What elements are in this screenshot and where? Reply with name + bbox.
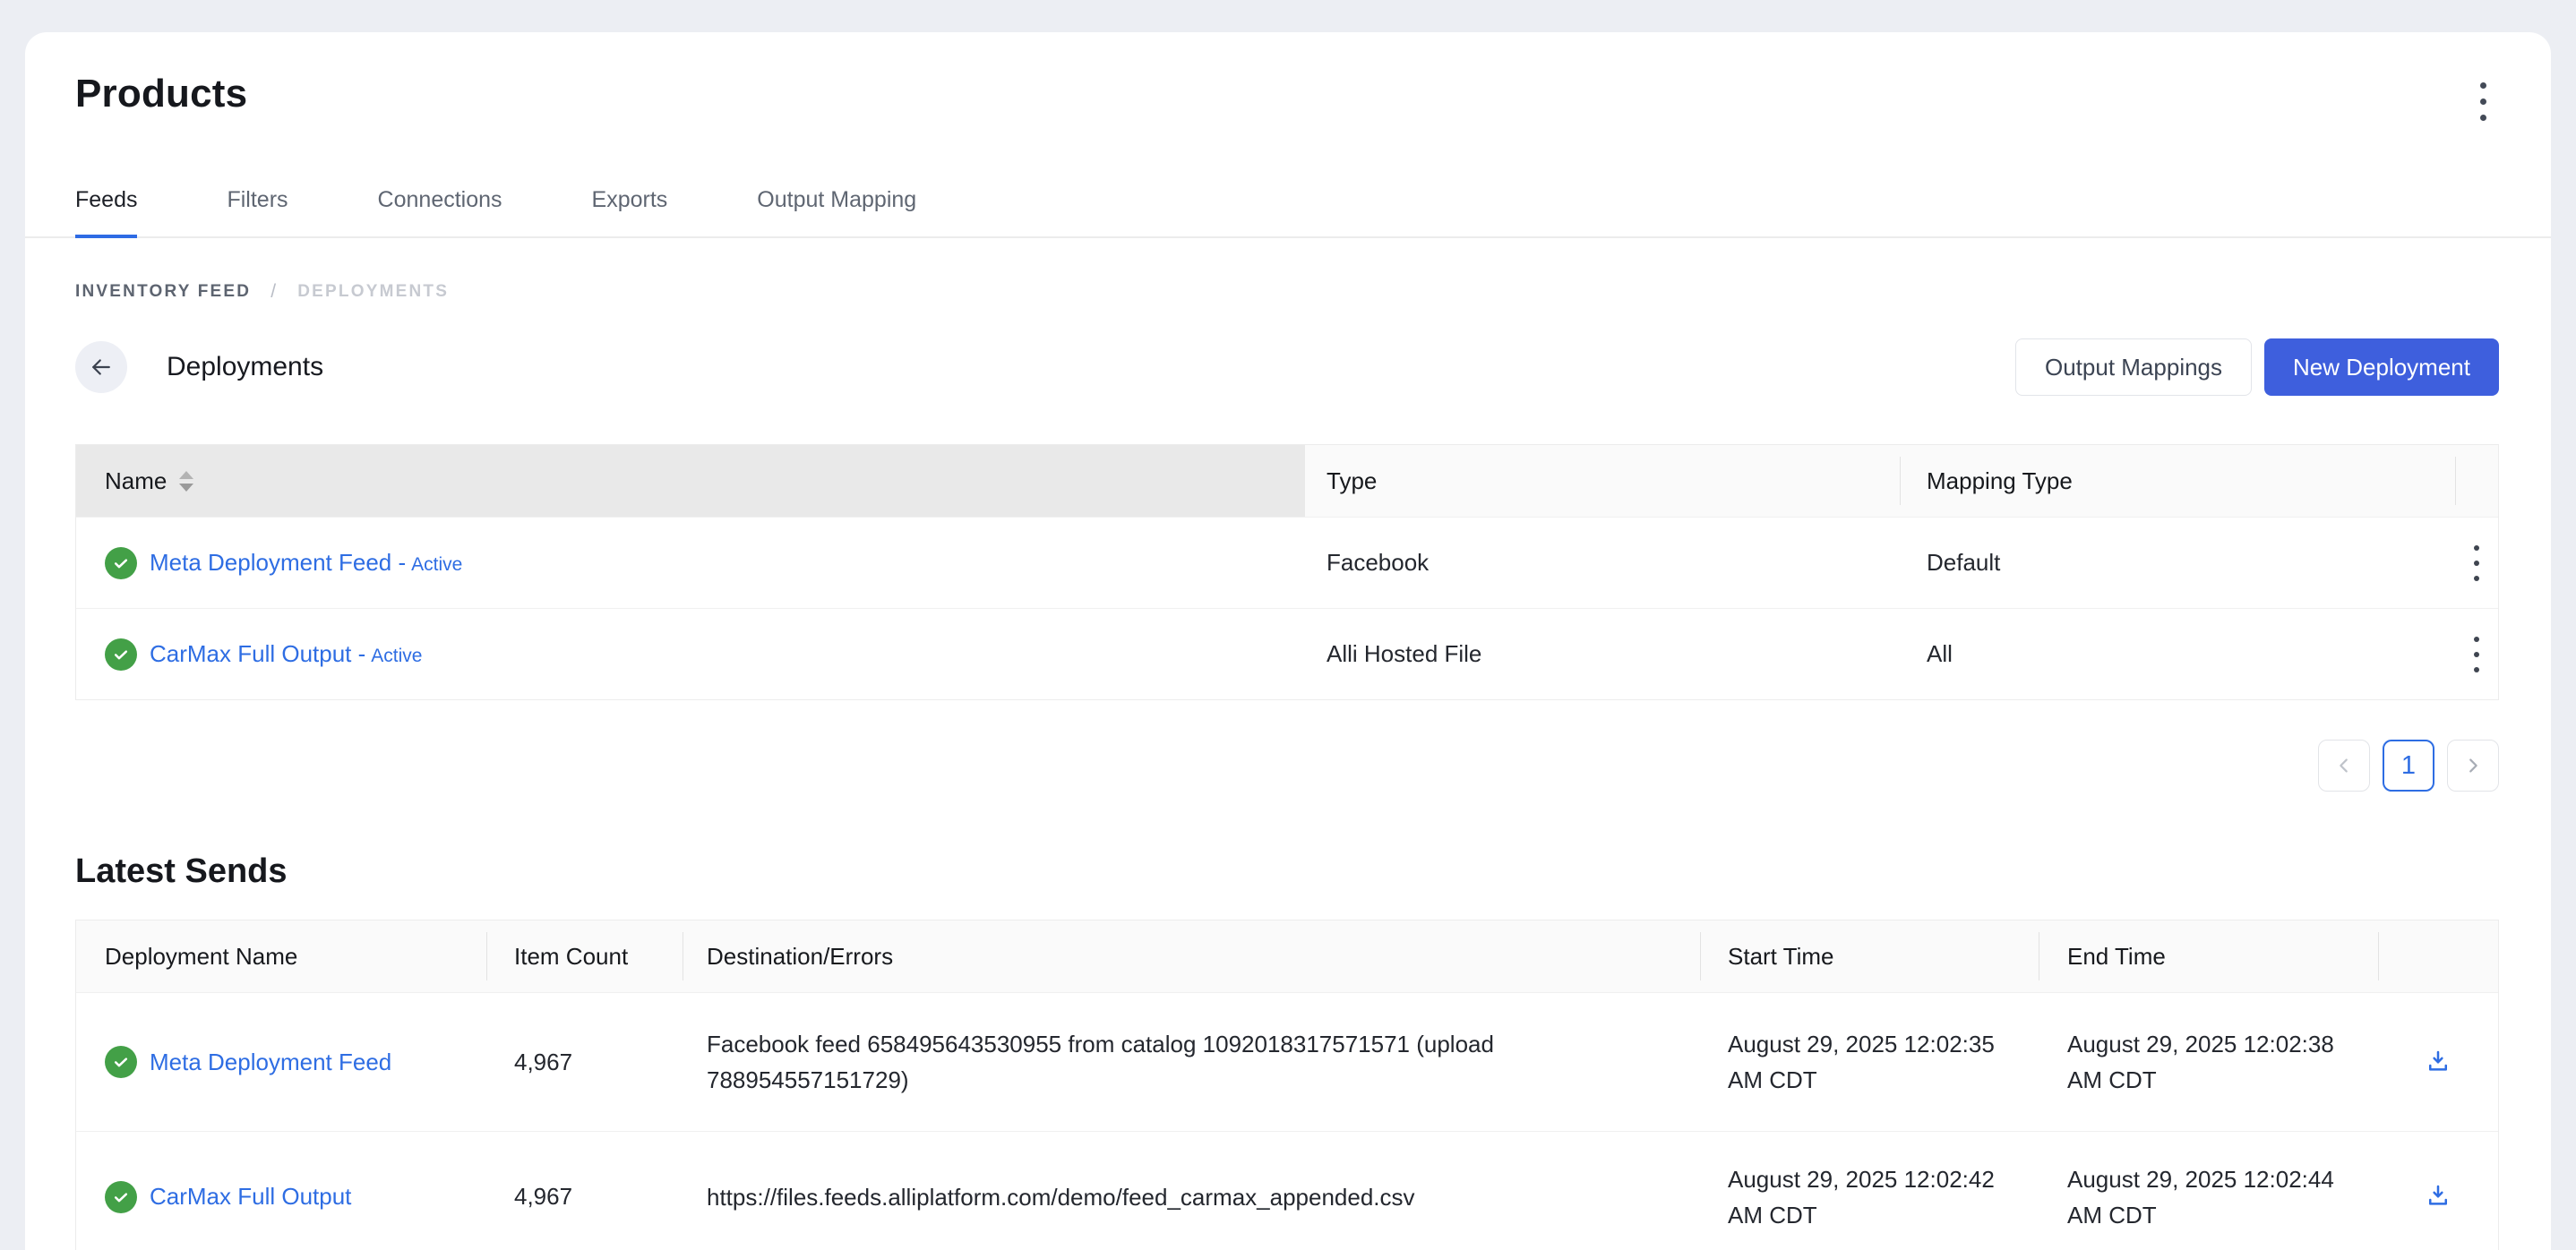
column-header-item-count: Item Count — [486, 920, 683, 992]
item-count-cell: 4,967 — [486, 1049, 683, 1076]
mapping-type-cell: All — [1900, 640, 2455, 668]
kebab-menu-icon — [2474, 637, 2479, 672]
type-cell: Facebook — [1305, 549, 1900, 577]
page-1-button[interactable]: 1 — [2383, 740, 2434, 792]
check-circle-icon — [105, 638, 137, 671]
download-button[interactable] — [2414, 1171, 2462, 1222]
deployment-name-cell: Meta Deployment Feed -Active — [76, 547, 1305, 579]
column-header-mapping-type-label: Mapping Type — [1927, 467, 2073, 495]
tab-filters[interactable]: Filters — [227, 187, 288, 236]
column-header-name-label: Name — [105, 467, 167, 495]
status-badge: Active — [371, 646, 422, 666]
download-icon — [2425, 1048, 2451, 1074]
tab-bar: Feeds Filters Connections Exports Output… — [25, 187, 2551, 238]
breadcrumb-parent[interactable]: INVENTORY FEED — [75, 282, 251, 302]
deployments-heading: Deployments — [167, 352, 323, 382]
column-label: Deployment Name — [105, 943, 297, 971]
deployment-link[interactable]: CarMax Full Output - — [150, 640, 365, 667]
kebab-menu-icon — [2474, 545, 2479, 581]
download-button[interactable] — [2414, 1037, 2462, 1088]
check-circle-icon — [105, 547, 137, 579]
arrow-left-icon — [88, 354, 115, 381]
table-row: Meta Deployment Feed 4,967 Facebook feed… — [76, 992, 2498, 1131]
page-title: Products — [75, 70, 247, 118]
table-row: CarMax Full Output - Active Alli Hosted F… — [76, 608, 2498, 699]
chevron-right-icon — [2463, 756, 2483, 775]
latest-sends-heading: Latest Sends — [75, 852, 2499, 891]
table-row: Meta Deployment Feed -Active Facebook De… — [76, 517, 2498, 608]
breadcrumb-current: DEPLOYMENTS — [297, 282, 449, 302]
column-header-destination-errors: Destination/Errors — [683, 920, 1700, 992]
column-header-deployment-name: Deployment Name — [76, 920, 486, 992]
deployments-toolbar: Deployments Output Mappings New Deployme… — [75, 338, 2499, 396]
column-header-name[interactable]: Name — [76, 445, 1305, 517]
end-time-cell: August 29, 2025 12:02:38 AM CDT — [2039, 1026, 2378, 1098]
kebab-menu-icon — [2480, 82, 2486, 121]
output-mappings-button[interactable]: Output Mappings — [2015, 338, 2252, 396]
tab-feeds[interactable]: Feeds — [75, 187, 137, 236]
next-page-button[interactable] — [2447, 740, 2499, 792]
page-menu-button[interactable] — [2468, 73, 2499, 130]
deployment-link[interactable]: CarMax Full Output — [150, 1183, 351, 1211]
column-header-actions — [2378, 920, 2498, 992]
row-actions-cell — [2455, 535, 2498, 592]
deployment-name-cell: CarMax Full Output — [76, 1181, 486, 1213]
mapping-type-cell: Default — [1900, 549, 2455, 577]
download-icon — [2425, 1182, 2451, 1209]
check-circle-icon — [105, 1181, 137, 1213]
new-deployment-button[interactable]: New Deployment — [2264, 338, 2499, 396]
deployment-link[interactable]: Meta Deployment Feed - — [150, 549, 406, 576]
deployments-table: Name Type Mapping Type Meta Deployment F… — [75, 444, 2499, 700]
end-time-cell: August 29, 2025 12:02:44 AM CDT — [2039, 1161, 2378, 1233]
column-label: Start Time — [1728, 943, 1833, 971]
deployments-table-header: Name Type Mapping Type — [76, 445, 2498, 517]
tab-output-mapping[interactable]: Output Mapping — [757, 187, 916, 236]
tab-exports[interactable]: Exports — [592, 187, 668, 236]
page-header: Products — [75, 70, 2499, 130]
row-menu-button[interactable] — [2463, 626, 2490, 683]
column-header-start-time: Start Time — [1700, 920, 2039, 992]
column-header-type: Type — [1305, 445, 1900, 517]
status-badge: Active — [411, 554, 462, 575]
back-button[interactable] — [75, 341, 127, 393]
latest-sends-table: Deployment Name Item Count Destination/E… — [75, 920, 2499, 1250]
start-time-cell: August 29, 2025 12:02:35 AM CDT — [1700, 1026, 2039, 1098]
row-actions-cell — [2378, 1171, 2498, 1222]
column-header-type-label: Type — [1327, 467, 1377, 495]
breadcrumb: INVENTORY FEED / DEPLOYMENTS — [75, 281, 2499, 303]
breadcrumb-separator: / — [270, 281, 278, 303]
tab-connections[interactable]: Connections — [378, 187, 502, 236]
row-actions-cell — [2455, 626, 2498, 683]
pagination: 1 — [75, 740, 2499, 792]
sort-carets-icon — [179, 471, 193, 492]
column-label: Item Count — [514, 943, 628, 971]
table-row: CarMax Full Output 4,967 https://files.f… — [76, 1131, 2498, 1250]
deployment-name-cell: CarMax Full Output - Active — [76, 638, 1305, 671]
start-time-cell: August 29, 2025 12:02:42 AM CDT — [1700, 1161, 2039, 1233]
column-header-mapping-type: Mapping Type — [1900, 445, 2455, 517]
column-label: End Time — [2067, 943, 2166, 971]
column-label: Destination/Errors — [707, 943, 893, 971]
type-cell: Alli Hosted File — [1305, 640, 1900, 668]
products-card: Products Feeds Filters Connections Expor… — [25, 32, 2551, 1250]
chevron-left-icon — [2334, 756, 2354, 775]
column-header-actions — [2455, 445, 2498, 517]
row-actions-cell — [2378, 1037, 2498, 1088]
column-header-end-time: End Time — [2039, 920, 2378, 992]
check-circle-icon — [105, 1046, 137, 1078]
destination-cell: https://files.feeds.alliplatform.com/dem… — [683, 1179, 1700, 1215]
prev-page-button[interactable] — [2318, 740, 2370, 792]
latest-sends-header: Deployment Name Item Count Destination/E… — [76, 920, 2498, 992]
item-count-cell: 4,967 — [486, 1183, 683, 1211]
row-menu-button[interactable] — [2463, 535, 2490, 592]
deployment-link[interactable]: Meta Deployment Feed — [150, 1049, 391, 1076]
deployment-name-cell: Meta Deployment Feed — [76, 1046, 486, 1078]
destination-cell: Facebook feed 658495643530955 from catal… — [683, 1026, 1700, 1098]
